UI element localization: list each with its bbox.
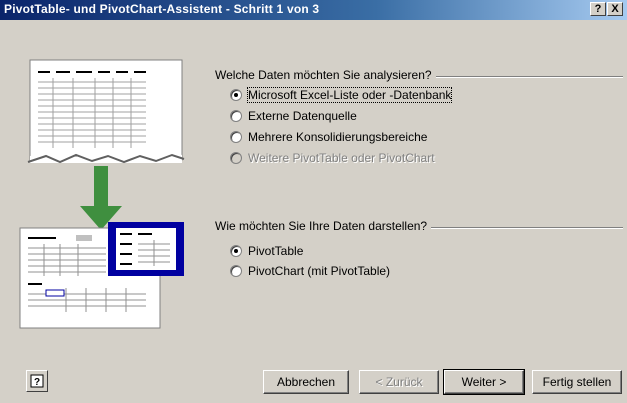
radio-label: Weitere PivotTable oder PivotChart — [248, 151, 435, 165]
svg-text:?: ? — [34, 377, 40, 388]
title-help-button[interactable]: ? — [590, 2, 606, 16]
wizard-illustration — [19, 59, 185, 329]
radio-consolidation-ranges[interactable]: Mehrere Konsolidierungsbereiche — [230, 128, 427, 146]
radio-button[interactable] — [230, 110, 242, 122]
radio-label: PivotTable — [248, 244, 304, 258]
radio-button[interactable] — [230, 245, 242, 257]
help-button[interactable]: ? — [26, 370, 48, 392]
window-title: PivotTable- und PivotChart-Assistent - S… — [4, 2, 320, 16]
report-type-question: Wie möchten Sie Ihre Daten darstellen? — [215, 219, 432, 233]
finish-button[interactable]: Fertig stellen — [532, 370, 622, 394]
radio-button[interactable] — [230, 265, 242, 277]
radio-label: PivotChart (mit PivotTable) — [248, 264, 391, 278]
cancel-button[interactable]: Abbrechen — [263, 370, 349, 394]
radio-other-pivot: Weitere PivotTable oder PivotChart — [230, 149, 435, 167]
title-close-button[interactable]: X — [607, 2, 623, 16]
radio-label: Microsoft Excel-Liste oder -Datenbank — [246, 87, 453, 103]
radio-label: Mehrere Konsolidierungsbereiche — [248, 130, 428, 144]
title-bar: PivotTable- und PivotChart-Assistent - S… — [0, 0, 627, 20]
back-button: < Zurück — [359, 370, 439, 394]
radio-excel-list[interactable]: Microsoft Excel-Liste oder -Datenbank — [230, 86, 453, 104]
next-button[interactable]: Weiter > — [443, 369, 525, 395]
data-source-question: Welche Daten möchten Sie analysieren? — [215, 68, 436, 82]
pivottable-wizard-dialog: PivotTable- und PivotChart-Assistent - S… — [0, 0, 627, 403]
radio-pivottable[interactable]: PivotTable — [230, 242, 303, 260]
radio-pivotchart[interactable]: PivotChart (mit PivotTable) — [230, 262, 390, 280]
radio-external-source[interactable]: Externe Datenquelle — [230, 107, 357, 125]
radio-button[interactable] — [230, 89, 242, 101]
radio-label: Externe Datenquelle — [248, 109, 357, 123]
help-icon: ? — [30, 374, 44, 388]
radio-button — [230, 152, 242, 164]
radio-button[interactable] — [230, 131, 242, 143]
